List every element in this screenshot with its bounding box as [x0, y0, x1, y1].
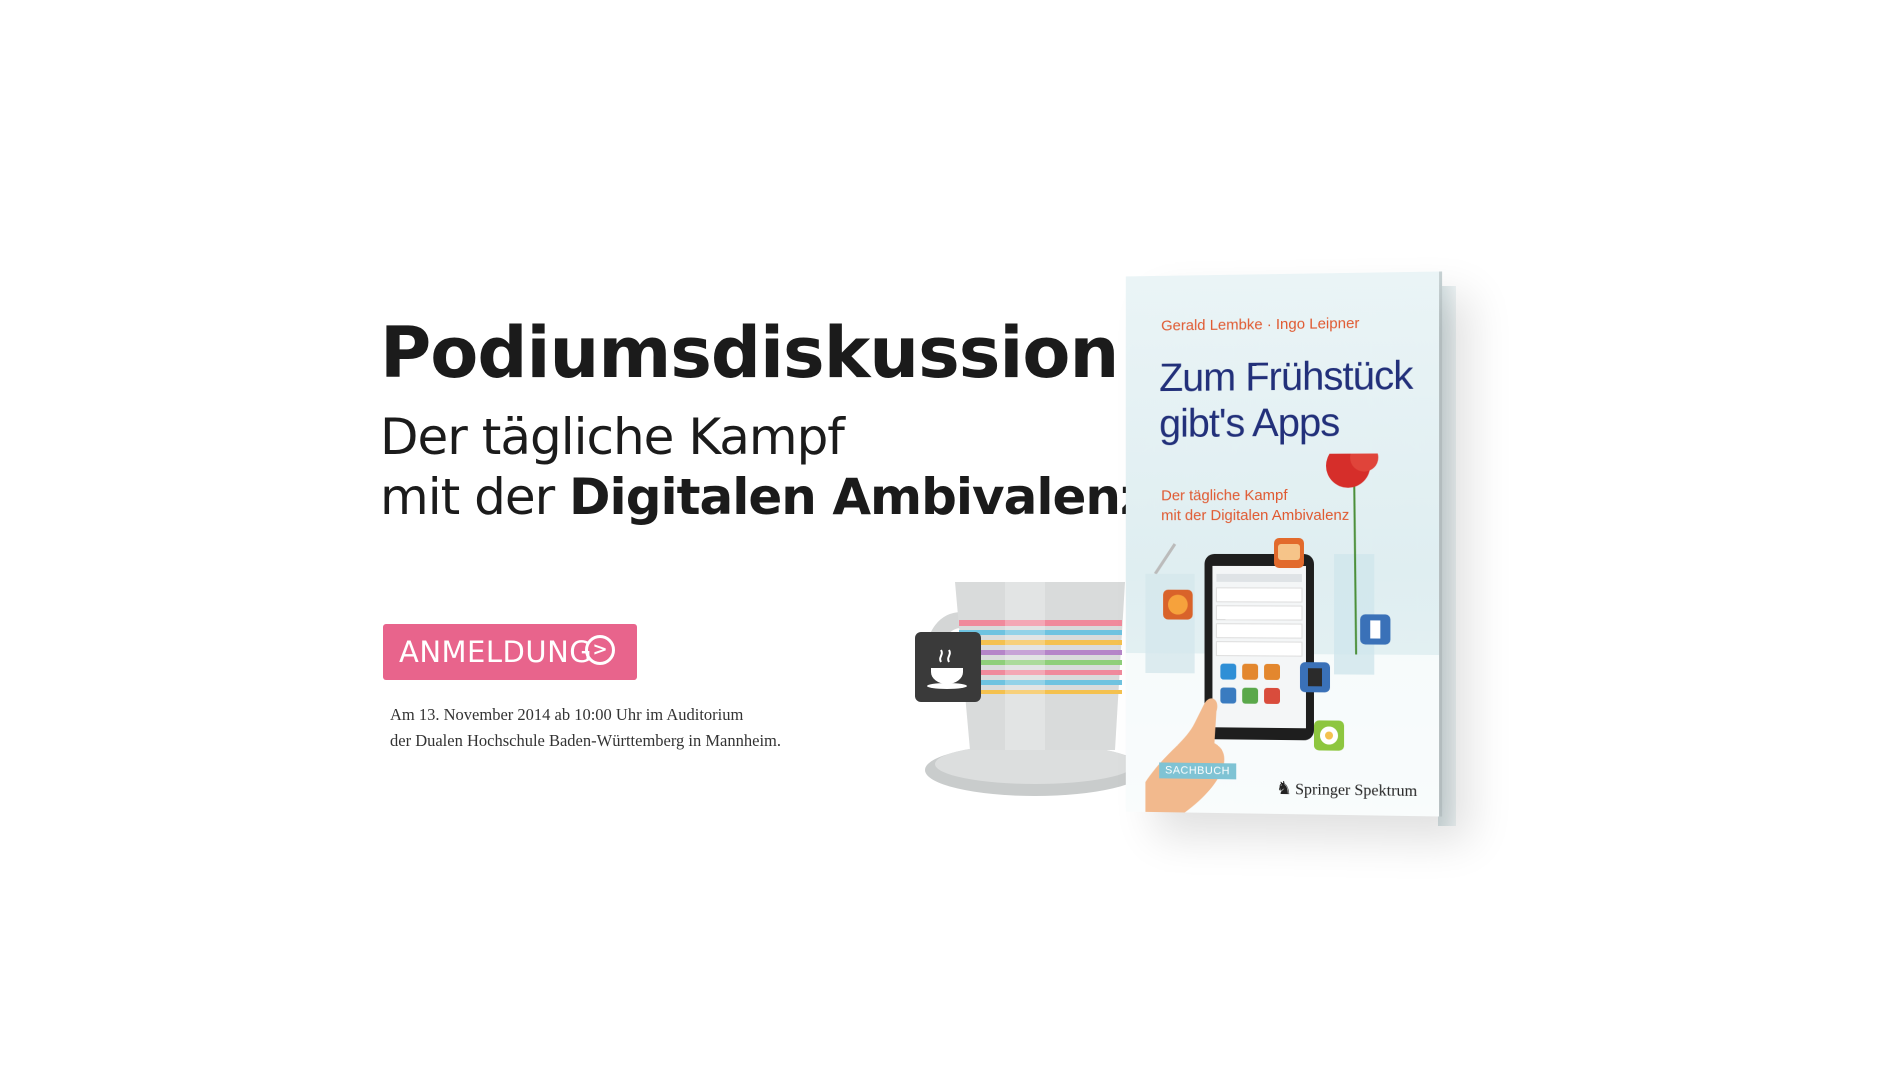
- book-publisher-name: Springer: [1295, 781, 1350, 799]
- event-info-line-1: Am 13. November 2014 ab 10:00 Uhr im Aud…: [390, 702, 781, 728]
- book-authors: Gerald Lembke · Ingo Leipner: [1161, 315, 1359, 335]
- book-title-line-1: Zum Frühstück: [1159, 353, 1412, 401]
- book-title-line-2: gibt's Apps: [1159, 399, 1412, 447]
- springer-horse-icon: ♞: [1276, 778, 1292, 798]
- event-headline: Podiumsdiskussion: [380, 318, 1118, 388]
- book-cover: Gerald Lembke · Ingo Leipner Zum Frühstü…: [1126, 272, 1439, 817]
- event-subline-2-prefix: mit der: [380, 468, 569, 526]
- book-title: Zum Frühstück gibt's Apps: [1159, 353, 1412, 447]
- event-info: Am 13. November 2014 ab 10:00 Uhr im Aud…: [390, 702, 781, 754]
- anmeldung-button-label: ANMELDUNG: [399, 635, 592, 669]
- event-subline-1: Der tägliche Kampf: [380, 412, 844, 462]
- circle-arrow-right-icon: >: [585, 635, 615, 665]
- event-subline-2-bold: Digitalen Ambivalenz: [569, 468, 1148, 526]
- coffee-cup-illustration: [915, 570, 1145, 810]
- book-badge: SACHBUCH: [1159, 762, 1236, 779]
- book-publisher: ♞ Springer Spektrum: [1276, 778, 1417, 801]
- anmeldung-button[interactable]: ANMELDUNG >: [383, 624, 637, 680]
- book-spine: [1438, 286, 1456, 826]
- event-subline-2: mit der Digitalen Ambivalenz: [380, 472, 1148, 522]
- event-info-line-2: der Dualen Hochschule Baden-Württemberg …: [390, 728, 781, 754]
- book-publisher-suffix: Spektrum: [1354, 782, 1417, 800]
